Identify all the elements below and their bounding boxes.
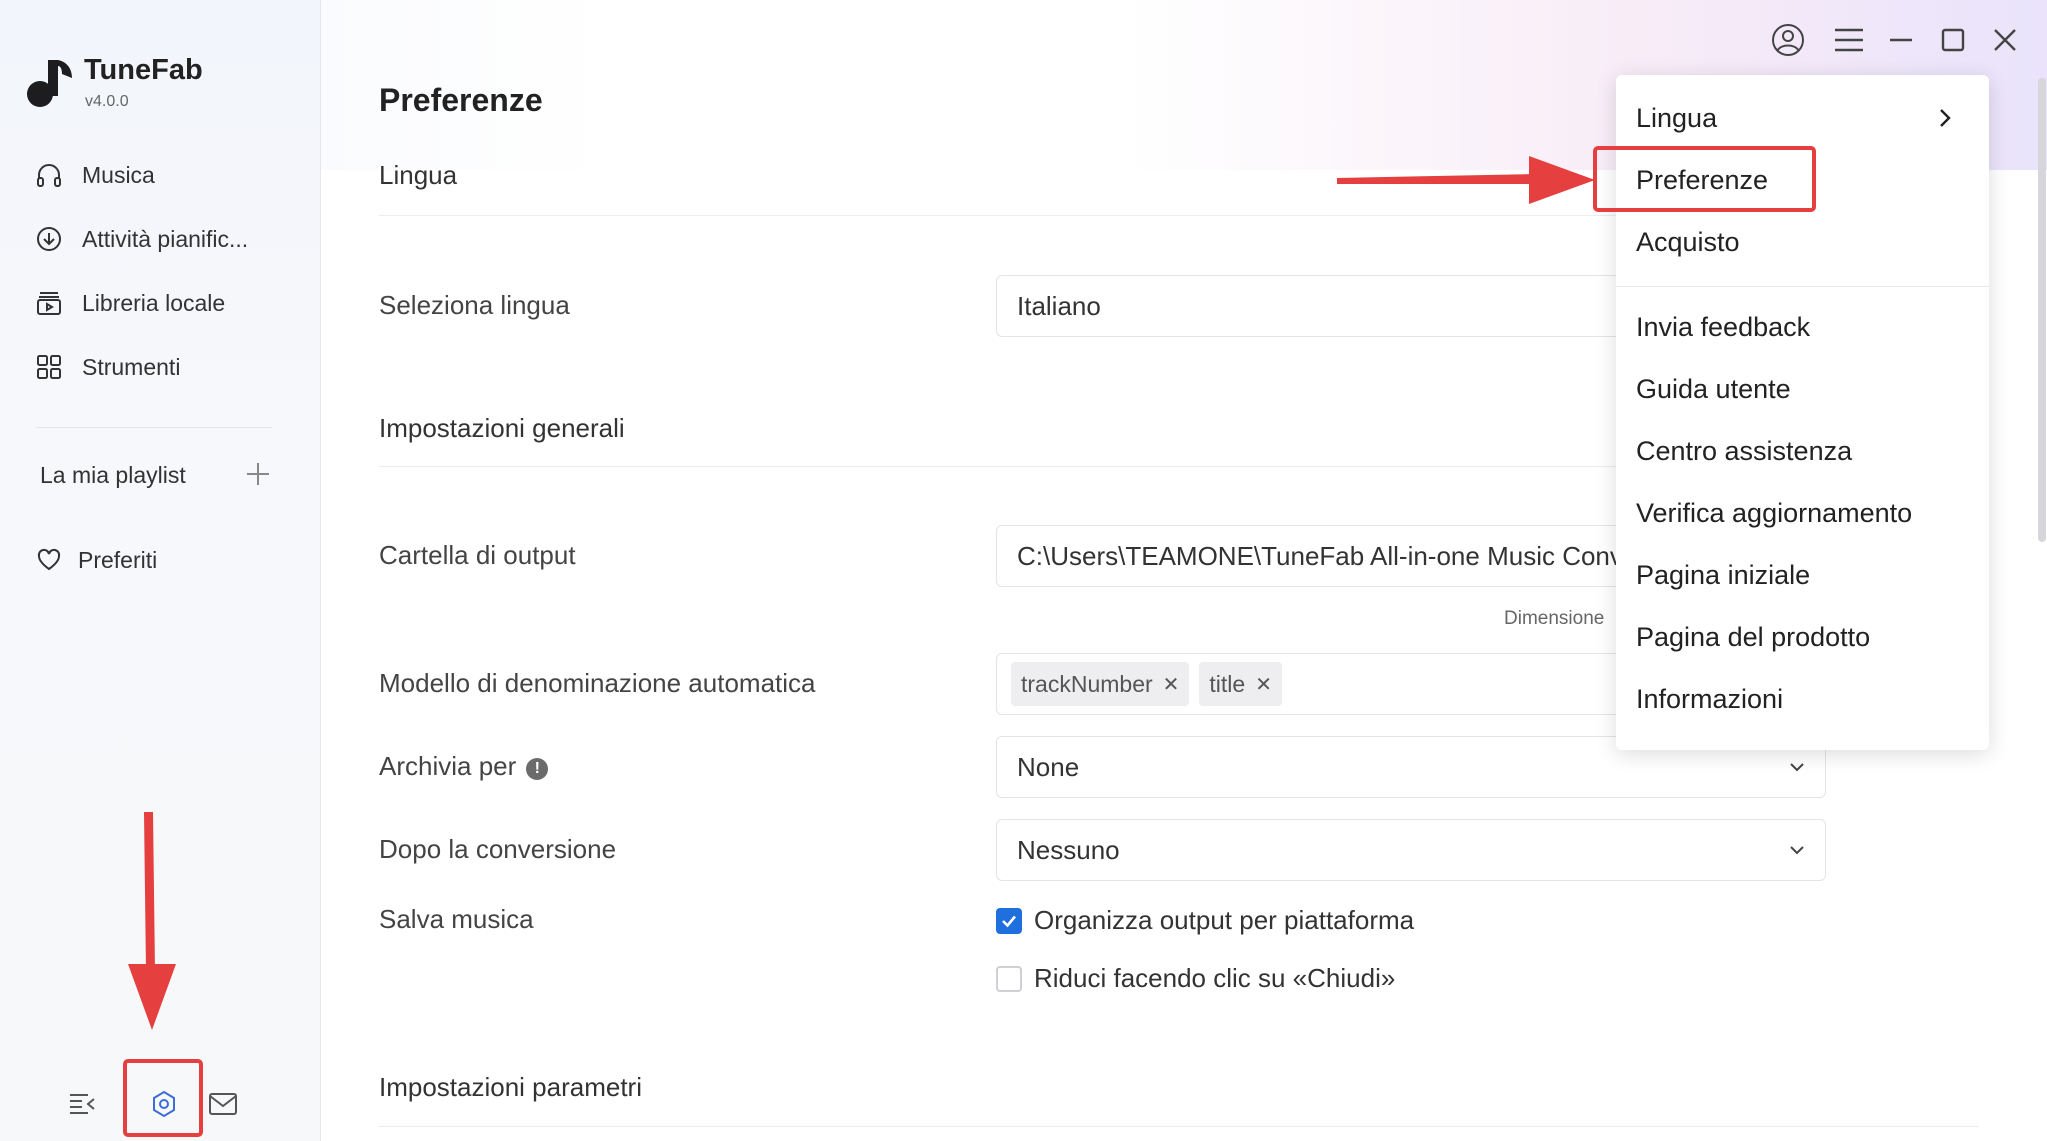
tunefab-logo-icon bbox=[27, 60, 72, 107]
section-impostazioni-parametri: Impostazioni parametri bbox=[379, 1072, 642, 1102]
hamburger-menu-icon bbox=[1835, 28, 1863, 52]
app-version: v4.0.0 bbox=[85, 93, 129, 110]
menu-item-invia-feedback[interactable]: Invia feedback bbox=[1636, 312, 1810, 343]
naming-tag: title ✕ bbox=[1199, 662, 1282, 706]
naming-tag-label: trackNumber bbox=[1021, 670, 1153, 697]
select-language-label: Seleziona lingua bbox=[379, 290, 570, 320]
checkbox-unchecked-icon bbox=[996, 965, 1022, 992]
annotation-arrow-right-icon bbox=[1337, 156, 1595, 204]
sidebar-item-libreria-locale[interactable]: Libreria locale bbox=[34, 283, 225, 323]
menu-item-pagina-iniziale[interactable]: Pagina iniziale bbox=[1636, 560, 1810, 591]
section-lingua: Lingua bbox=[379, 160, 458, 190]
organize-output-checkbox[interactable]: Organizza output per piattaforma bbox=[996, 905, 1414, 936]
remove-tag-icon[interactable]: ✕ bbox=[1163, 672, 1180, 697]
menu-item-guida-utente[interactable]: Guida utente bbox=[1636, 374, 1791, 405]
archive-by-value: None bbox=[1017, 751, 1080, 782]
minimize-button[interactable] bbox=[1881, 20, 1921, 60]
output-folder-path: C:\Users\TEAMONE\TuneFab All-in-one Musi… bbox=[1017, 540, 1677, 571]
menu-button[interactable] bbox=[1829, 20, 1869, 60]
after-conversion-select[interactable]: Nessuno bbox=[996, 819, 1826, 881]
section-divider bbox=[379, 1126, 1979, 1127]
checkbox-checked-icon bbox=[996, 907, 1022, 934]
menu-item-pagina-del-prodotto[interactable]: Pagina del prodotto bbox=[1636, 622, 1870, 653]
section-impostazioni-generali: Impostazioni generali bbox=[379, 413, 625, 443]
chevron-down-icon bbox=[1790, 846, 1804, 855]
app-name: TuneFab bbox=[84, 54, 203, 86]
mail-icon bbox=[209, 1093, 237, 1115]
collapse-sidebar-icon bbox=[70, 1094, 95, 1114]
settings-highlight-box bbox=[123, 1059, 203, 1137]
library-icon bbox=[34, 288, 64, 318]
checkbox-label: Organizza output per piattaforma bbox=[1034, 905, 1415, 935]
output-folder-label: Cartella di output bbox=[379, 540, 576, 570]
add-playlist-button[interactable] bbox=[242, 458, 274, 490]
menu-item-lingua[interactable]: Lingua bbox=[1636, 103, 1717, 134]
after-conversion-label: Dopo la conversione bbox=[379, 834, 617, 864]
close-icon bbox=[1994, 29, 2016, 51]
menu-item-informazioni[interactable]: Informazioni bbox=[1636, 684, 1783, 715]
after-conversion-value: Nessuno bbox=[1017, 834, 1120, 865]
chevron-right-icon bbox=[1940, 109, 1951, 127]
account-icon bbox=[1772, 24, 1804, 56]
headphones-icon bbox=[34, 160, 64, 190]
naming-tag: trackNumber ✕ bbox=[1011, 662, 1190, 706]
checkbox-label: Riduci facendo clic su «Chiudi» bbox=[1034, 963, 1396, 993]
heart-icon bbox=[34, 545, 64, 575]
chevron-down-icon bbox=[1790, 763, 1804, 772]
close-button[interactable] bbox=[1985, 20, 2025, 60]
menu-divider bbox=[1616, 286, 1989, 287]
sidebar-item-musica[interactable]: Musica bbox=[34, 155, 155, 195]
sidebar-item-label: Preferiti bbox=[78, 546, 158, 573]
preferenze-highlight-box bbox=[1593, 146, 1816, 212]
sidebar-item-label: Attività pianific... bbox=[82, 225, 249, 252]
language-select-value: Italiano bbox=[1017, 290, 1101, 321]
save-music-label: Salva musica bbox=[379, 904, 534, 934]
playlist-heading: La mia playlist bbox=[40, 462, 186, 488]
sidebar-item-label: Musica bbox=[82, 161, 155, 188]
naming-tag-label: title bbox=[1209, 670, 1246, 697]
menu-item-acquisto[interactable]: Acquisto bbox=[1636, 227, 1740, 258]
download-circle-icon bbox=[34, 224, 64, 254]
naming-template-label: Modello di denominazione automatica bbox=[379, 668, 816, 698]
sidebar-item-preferiti[interactable]: Preferiti bbox=[34, 540, 157, 580]
sidebar-divider bbox=[36, 427, 272, 428]
account-button[interactable] bbox=[1768, 20, 1808, 60]
menu-item-verifica-aggiornamento[interactable]: Verifica aggiornamento bbox=[1636, 498, 1912, 529]
sidebar-item-attivita[interactable]: Attività pianific... bbox=[34, 219, 248, 259]
archive-by-label-text: Archivia per bbox=[379, 751, 517, 781]
sidebar-item-strumenti[interactable]: Strumenti bbox=[34, 347, 180, 387]
minimize-on-close-checkbox[interactable]: Riduci facendo clic su «Chiudi» bbox=[996, 963, 1395, 994]
archive-by-label: Archivia per! bbox=[379, 751, 549, 782]
maximize-button[interactable] bbox=[1933, 20, 1973, 60]
minimize-icon bbox=[1890, 38, 1912, 42]
sidebar-item-label: Strumenti bbox=[82, 353, 181, 380]
mail-button[interactable] bbox=[205, 1086, 241, 1122]
sidebar-item-label: Libreria locale bbox=[82, 289, 226, 316]
maximize-icon bbox=[1941, 28, 1965, 52]
remove-tag-icon[interactable]: ✕ bbox=[1255, 672, 1272, 697]
output-folder-hint: Dimensione bbox=[1504, 608, 1605, 629]
info-icon[interactable]: ! bbox=[526, 758, 549, 780]
scrollbar[interactable] bbox=[2038, 78, 2046, 542]
plus-icon bbox=[247, 463, 269, 485]
menu-item-centro-assistenza[interactable]: Centro assistenza bbox=[1636, 436, 1852, 467]
annotation-arrow-down-icon bbox=[128, 812, 176, 1030]
page-title: Preferenze bbox=[379, 82, 543, 118]
grid-icon bbox=[34, 352, 64, 382]
collapse-sidebar-button[interactable] bbox=[64, 1086, 100, 1122]
